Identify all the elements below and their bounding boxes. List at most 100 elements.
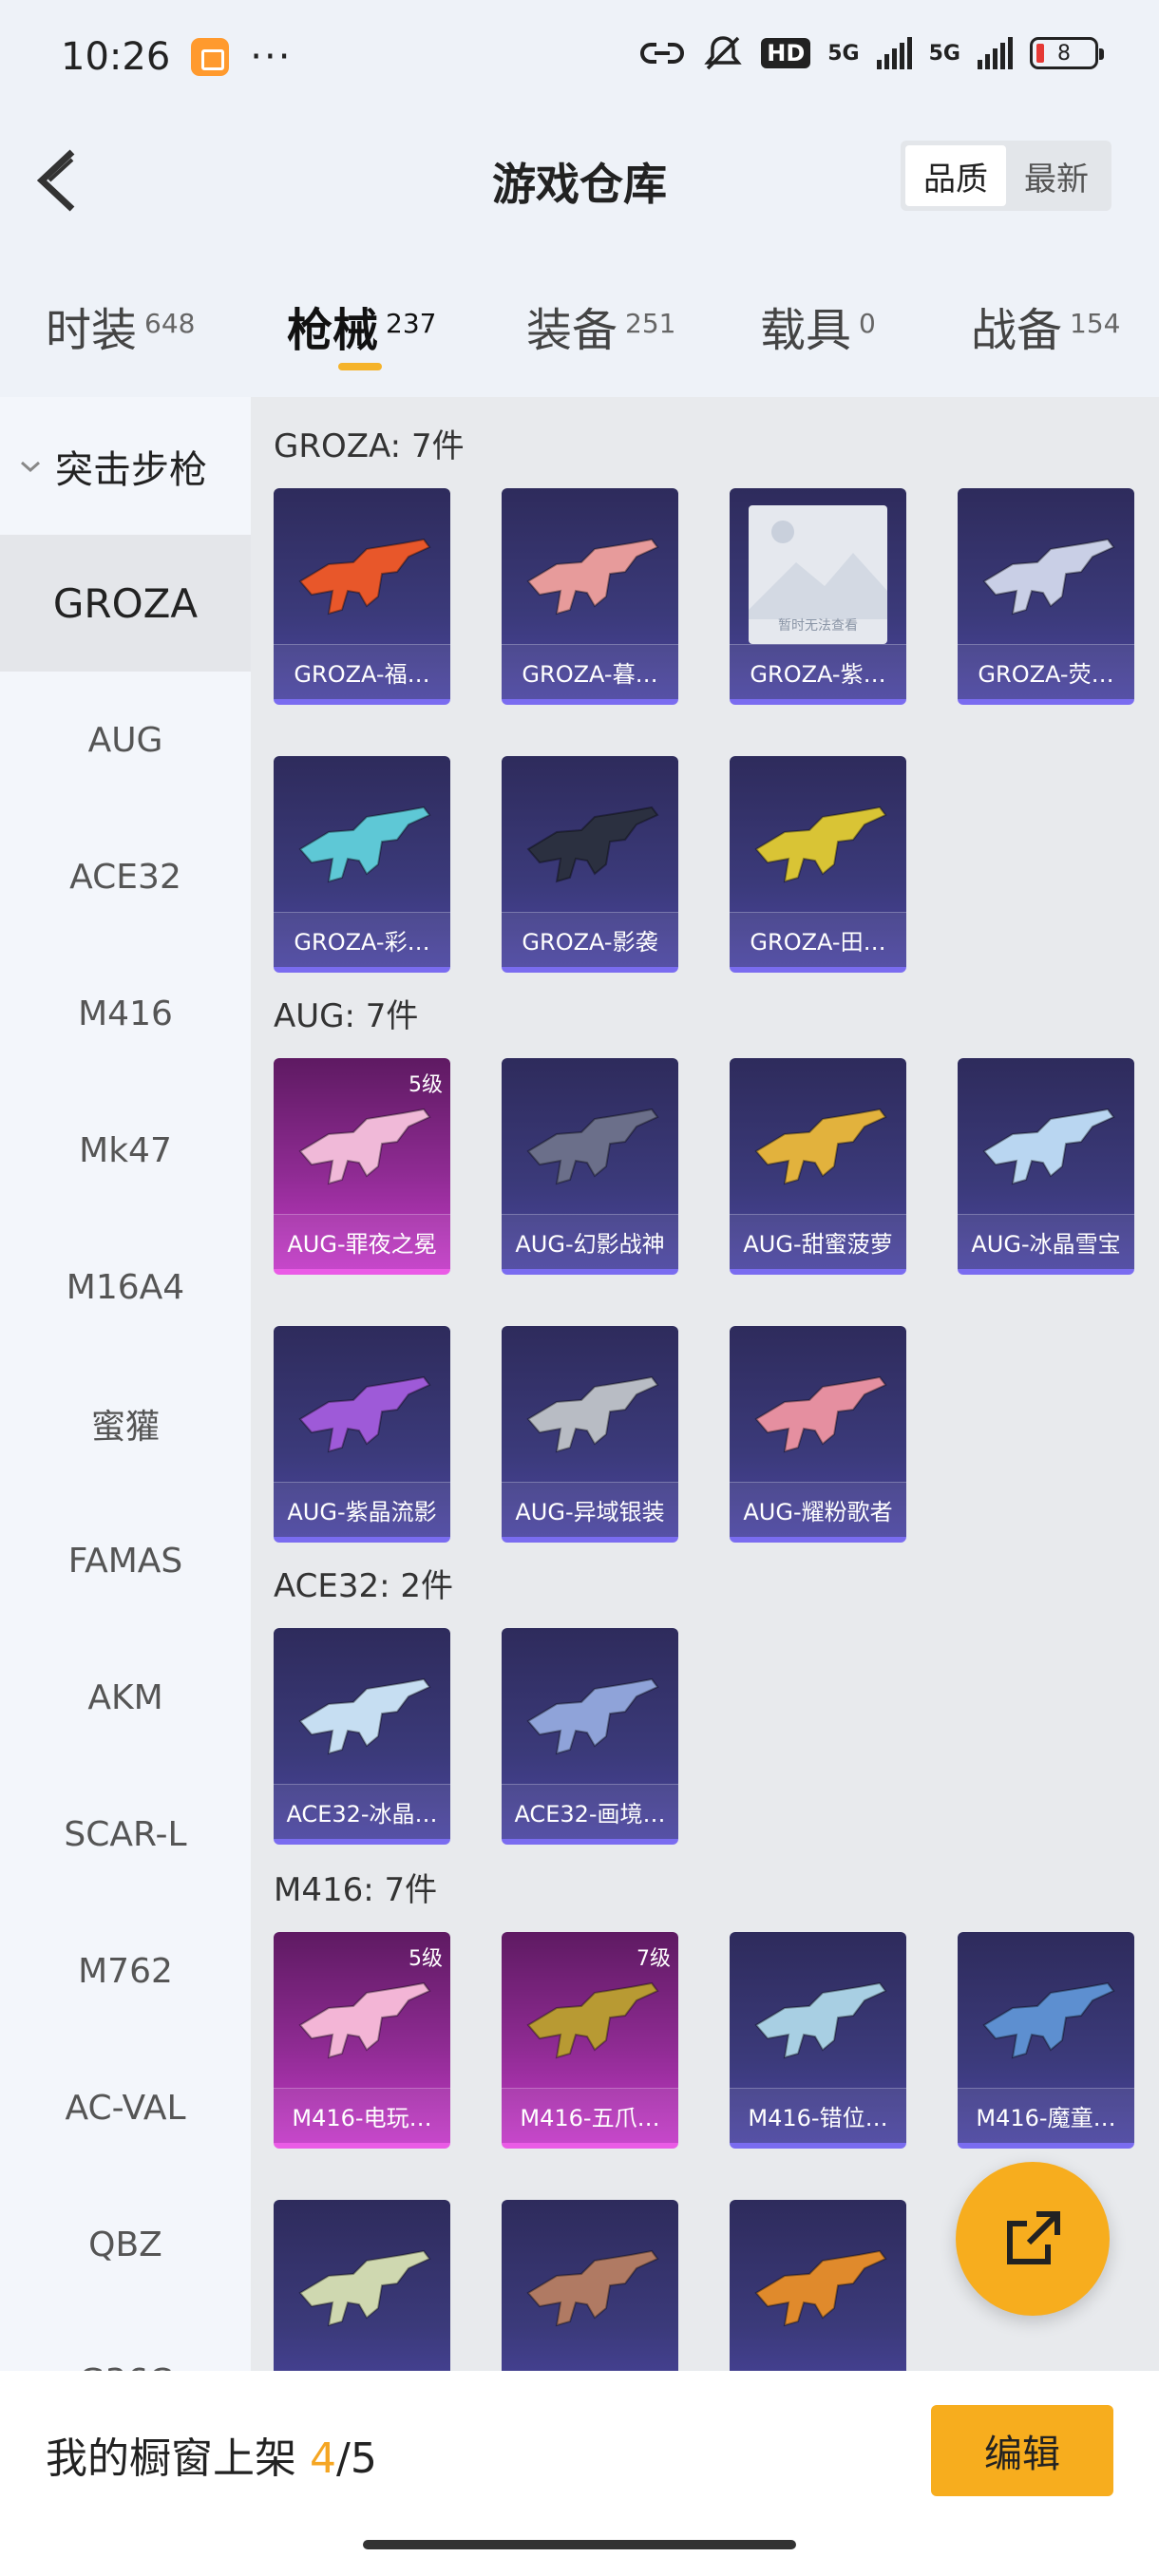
weapon-name: GROZA-紫…: [730, 644, 906, 699]
weapon-name: AUG-耀粉歌者: [730, 1482, 906, 1537]
link-icon: [640, 43, 685, 64]
tab-equipment[interactable]: 装备 251: [526, 293, 675, 359]
sidebar-item[interactable]: AUG: [0, 672, 251, 808]
sort-quality-button[interactable]: 品质: [905, 145, 1006, 206]
weapon-name: GROZA-福…: [274, 644, 450, 699]
tab-count: 648: [144, 308, 196, 339]
tab-vehicles[interactable]: 载具 0: [760, 293, 876, 359]
sidebar-item[interactable]: GROZA: [0, 535, 251, 672]
weapon-card[interactable]: GROZA-荧…: [958, 488, 1134, 705]
weapon-name: ACE32-冰晶…: [274, 1784, 450, 1839]
header: 游戏仓库 品质 最新: [0, 114, 1159, 247]
weapon-name: M416-电玩…: [274, 2088, 450, 2143]
section-title: M416: 7件: [274, 1871, 438, 1909]
weapon-card[interactable]: 暂时无法查看 GROZA-紫…: [730, 488, 906, 705]
category-label: 突击步枪: [55, 447, 207, 492]
status-time: 10:26: [61, 35, 171, 79]
sidebar-item[interactable]: M416: [0, 945, 251, 1082]
tab-label: 枪械: [287, 304, 379, 357]
weapon-card[interactable]: GROZA-暮…: [502, 488, 678, 705]
weapon-grid: GROZA: 7件 GROZA-福… GROZA-暮… 暂时无法查看 GROZA-紫… G…: [251, 397, 1159, 2371]
sidebar-item[interactable]: G36C: [0, 2313, 251, 2372]
weapon-skin-icon: [298, 2249, 431, 2327]
weapon-skin-icon: [526, 1375, 659, 1453]
tab-battle-supplies[interactable]: 战备 154: [971, 293, 1120, 359]
home-indicator[interactable]: [363, 2540, 796, 2549]
app-notification-icon: [191, 38, 230, 76]
weapon-name: M416-五爪…: [502, 2088, 678, 2143]
sort-toggle: 品质 最新: [901, 141, 1112, 211]
weapon-card[interactable]: M416-错位…: [730, 1932, 906, 2149]
weapon-card[interactable]: ACE32-画境…: [502, 1628, 678, 1845]
weapon-card[interactable]: GROZA-田…: [730, 756, 906, 973]
share-fab[interactable]: [956, 2162, 1110, 2316]
weapon-card[interactable]: AUG-甜蜜菠萝: [730, 1058, 906, 1275]
sidebar-item[interactable]: AC-VAL: [0, 2039, 251, 2176]
weapon-card[interactable]: AUG-异域银装: [502, 1326, 678, 1543]
showcase-status: 我的橱窗上架 4/5: [46, 2424, 377, 2485]
sidebar-item[interactable]: 蜜獾: [0, 1355, 251, 1492]
weapon-card[interactable]: 5级 M416-电玩…: [274, 1932, 450, 2149]
weapon-name: GROZA-暮…: [502, 644, 678, 699]
weapon-sidebar: 突击步枪 GROZA AUG ACE32 M416 Mk47 M16A4 蜜獾 FAMAS AK…: [0, 397, 251, 2371]
weapon-card[interactable]: 5级 AUG-罪夜之冕: [274, 1058, 450, 1275]
weapon-card[interactable]: GROZA-彩…: [274, 756, 450, 973]
tab-label: 装备: [526, 304, 618, 357]
weapon-skin-icon: [526, 538, 659, 616]
level-badge: 5级: [408, 1947, 443, 1971]
tab-count: 237: [386, 308, 437, 339]
weapon-name: AUG-罪夜之冕: [274, 1214, 450, 1269]
weapon-skin-icon: [754, 805, 887, 883]
weapon-card[interactable]: AUG-幻影战神: [502, 1058, 678, 1275]
tab-fashion[interactable]: 时装 648: [46, 293, 195, 359]
sidebar-item[interactable]: ACE32: [0, 808, 251, 945]
section-title: AUG: 7件: [274, 997, 419, 1035]
signal-icon-1: [876, 37, 912, 69]
weapon-card[interactable]: [502, 2200, 678, 2371]
sidebar-item[interactable]: FAMAS: [0, 1492, 251, 1629]
section-title: GROZA: 7件: [274, 427, 465, 465]
weapon-card[interactable]: ACE32-冰晶…: [274, 1628, 450, 1845]
sidebar-item[interactable]: M762: [0, 1903, 251, 2039]
battery-icon: 8: [1030, 37, 1104, 69]
weapon-skin-icon: [298, 805, 431, 883]
weapon-name: GROZA-彩…: [274, 912, 450, 967]
weapon-name: M416-错位…: [730, 2088, 906, 2143]
weapon-name: AUG-紫晶流影: [274, 1482, 450, 1537]
weapon-card[interactable]: [274, 2200, 450, 2371]
weapon-card[interactable]: AUG-冰晶雪宝: [958, 1058, 1134, 1275]
weapon-skin-icon: [298, 1375, 431, 1453]
showcase-current: 4: [310, 2434, 336, 2483]
sort-newest-button[interactable]: 最新: [1006, 145, 1107, 206]
category-tabs: 时装 648 枪械 237 装备 251 载具 0 战备 154: [0, 275, 1159, 380]
weapon-skin-icon: [526, 1981, 659, 2059]
showcase-label: 我的橱窗上架: [46, 2434, 296, 2483]
category-header[interactable]: 突击步枪: [0, 397, 251, 535]
section-title: ACE32: 2件: [274, 1567, 454, 1605]
weapon-name: AUG-幻影战神: [502, 1214, 678, 1269]
weapon-card[interactable]: 7级 M416-五爪…: [502, 1932, 678, 2149]
weapon-skin-icon: [298, 1981, 431, 2059]
weapon-card[interactable]: M416-魔童…: [958, 1932, 1134, 2149]
edit-button[interactable]: 编辑: [931, 2405, 1113, 2496]
tab-label: 战备: [971, 304, 1063, 357]
sidebar-item[interactable]: SCAR-L: [0, 1766, 251, 1903]
weapon-name: AUG-冰晶雪宝: [958, 1214, 1134, 1269]
weapon-card[interactable]: AUG-耀粉歌者: [730, 1326, 906, 1543]
weapon-card[interactable]: [730, 2200, 906, 2371]
sidebar-item[interactable]: QBZ: [0, 2176, 251, 2313]
share-icon: [1007, 2211, 1060, 2264]
weapon-skin-icon: [754, 1375, 887, 1453]
sidebar-item[interactable]: AKM: [0, 1629, 251, 1766]
level-badge: 7级: [636, 1947, 671, 1971]
weapon-skin-icon: [982, 1108, 1115, 1185]
tab-label: 时装: [46, 304, 138, 357]
sidebar-item[interactable]: M16A4: [0, 1219, 251, 1355]
hd-icon: HD: [761, 38, 811, 68]
weapon-card[interactable]: AUG-紫晶流影: [274, 1326, 450, 1543]
sidebar-item[interactable]: Mk47: [0, 1082, 251, 1219]
tab-firearms[interactable]: 枪械 237: [287, 293, 436, 359]
weapon-card[interactable]: GROZA-影袭: [502, 756, 678, 973]
tab-label: 载具: [760, 304, 852, 357]
weapon-card[interactable]: GROZA-福…: [274, 488, 450, 705]
